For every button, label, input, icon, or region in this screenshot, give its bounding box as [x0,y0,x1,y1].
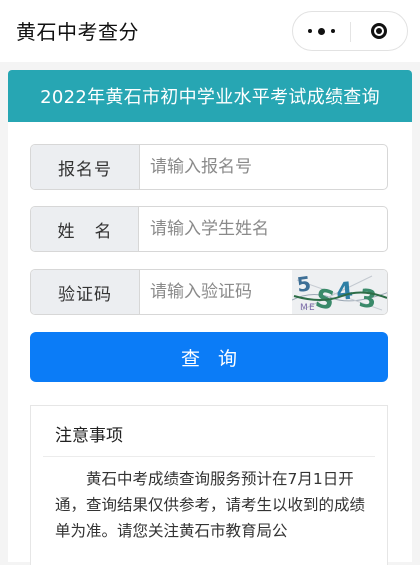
page-title: 黄石中考查分 [16,20,139,44]
svg-text:M: M [300,303,308,313]
svg-text:4: 4 [335,277,354,306]
name-label: 姓名 [31,207,139,251]
notice-body: 黄石中考成绩查询服务预计在7月1日开通，查询结果仅供参考，请考生以收到的成绩单为… [55,470,366,540]
navbar: 黄石中考查分 [0,0,420,62]
mini-program-capsule [292,11,408,51]
notice-panel: 注意事项 黄石中考成绩查询服务预计在7月1日开通，查询结果仅供参考，请考生以收到… [30,405,388,565]
captcha-image[interactable]: 5 S 4 3 M E [292,270,387,314]
name-input[interactable] [140,207,386,251]
banner-title: 2022年黄石市初中学业水平考试成绩查询 [40,87,380,108]
more-dots-icon [305,27,338,35]
name-row: 姓名 [30,206,388,252]
captcha-label: 验证码 [31,270,140,314]
svg-text:E: E [309,303,315,313]
exam-number-row: 报名号 [30,144,388,190]
query-banner: 2022年黄石市初中学业水平考试成绩查询 [8,70,412,122]
notice-divider [43,456,375,457]
captcha-graphic: 5 S 4 3 M E [292,270,387,314]
captcha-input[interactable] [140,270,292,314]
query-button[interactable]: 查询 [30,332,388,382]
notice-title: 注意事项 [55,426,123,446]
captcha-row: 验证码 5 S 4 3 M E [30,269,388,315]
exam-number-input[interactable] [140,145,386,189]
close-target-icon [371,23,387,39]
exam-number-label: 报名号 [31,145,140,189]
more-button[interactable] [293,12,350,50]
close-button[interactable] [351,12,407,50]
